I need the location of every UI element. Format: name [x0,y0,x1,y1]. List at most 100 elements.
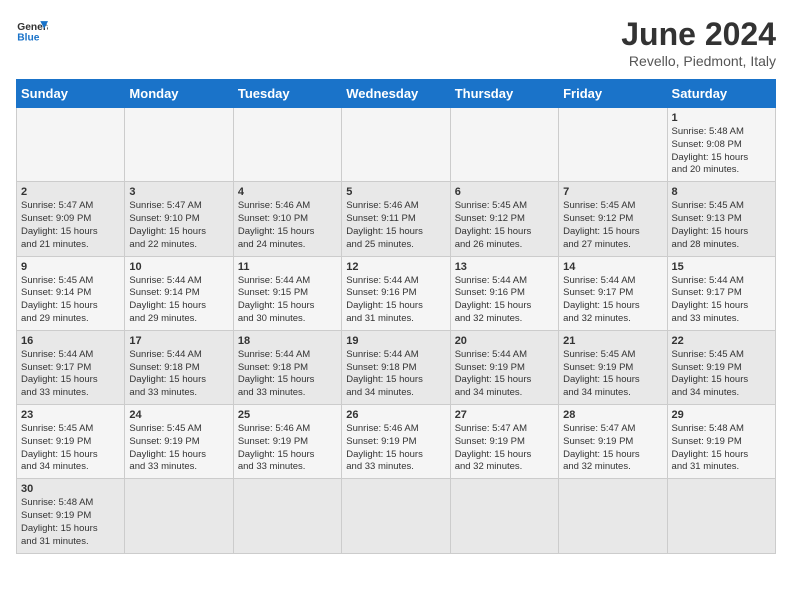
calendar-cell [125,479,233,553]
calendar-cell [342,479,450,553]
day-number: 12 [346,261,445,273]
day-number: 16 [21,335,120,347]
calendar-cell: 20 Sunrise: 5:44 AM Sunset: 9:19 PM Dayli… [450,330,558,404]
calendar-cell [559,108,667,182]
calendar-cell: 16Sunrise: 5:44 AM Sunset: 9:17 PM Dayli… [17,330,125,404]
calendar-cell: 10 Sunrise: 5:44 AM Sunset: 9:14 PM Dayli… [125,256,233,330]
day-number: 26 [346,409,445,421]
day-header-sunday: Sunday [17,80,125,108]
day-info: Sunrise: 5:45 AM Sunset: 9:13 PM Dayligh… [672,200,771,251]
day-number: 24 [129,409,228,421]
calendar-cell: 7Sunrise: 5:45 AM Sunset: 9:12 PM Daylig… [559,182,667,256]
calendar-cell: 25 Sunrise: 5:46 AM Sunset: 9:19 PM Dayli… [233,405,341,479]
day-number: 30 [21,483,120,495]
calendar-cell: 5Sunrise: 5:46 AM Sunset: 9:11 PM Daylig… [342,182,450,256]
day-number: 20 [455,335,554,347]
calendar-week-4: 23 Sunrise: 5:45 AM Sunset: 9:19 PM Dayli… [17,405,776,479]
day-info: Sunrise: 5:44 AM Sunset: 9:17 PM Dayligh… [672,275,771,326]
day-info: Sunrise: 5:47 AM Sunset: 9:19 PM Dayligh… [455,423,554,474]
day-number: 23 [21,409,120,421]
calendar-cell: 21Sunrise: 5:45 AM Sunset: 9:19 PM Dayli… [559,330,667,404]
day-number: 27 [455,409,554,421]
calendar-cell: 11Sunrise: 5:44 AM Sunset: 9:15 PM Dayli… [233,256,341,330]
day-number: 8 [672,186,771,198]
day-info: Sunrise: 5:44 AM Sunset: 9:19 PM Dayligh… [455,349,554,400]
day-number: 6 [455,186,554,198]
calendar-cell: 19Sunrise: 5:44 AM Sunset: 9:18 PM Dayli… [342,330,450,404]
page-header: General Blue June 2024 Revello, Piedmont… [16,16,776,69]
calendar-header: SundayMondayTuesdayWednesdayThursdayFrid… [17,80,776,108]
day-number: 4 [238,186,337,198]
day-info: Sunrise: 5:45 AM Sunset: 9:19 PM Dayligh… [129,423,228,474]
calendar-cell: 9Sunrise: 5:45 AM Sunset: 9:14 PM Daylig… [17,256,125,330]
calendar-title: June 2024 [621,16,776,53]
day-number: 7 [563,186,662,198]
calendar-cell [17,108,125,182]
calendar-cell: 26Sunrise: 5:46 AM Sunset: 9:19 PM Dayli… [342,405,450,479]
calendar-cell: 14Sunrise: 5:44 AM Sunset: 9:17 PM Dayli… [559,256,667,330]
calendar-cell [233,108,341,182]
calendar-week-0: 1Sunrise: 5:48 AM Sunset: 9:08 PM Daylig… [17,108,776,182]
calendar-table: SundayMondayTuesdayWednesdayThursdayFrid… [16,79,776,554]
calendar-cell [450,108,558,182]
calendar-cell: 22Sunrise: 5:45 AM Sunset: 9:19 PM Dayli… [667,330,775,404]
day-number: 10 [129,261,228,273]
calendar-cell: 2 Sunrise: 5:47 AM Sunset: 9:09 PM Daylig… [17,182,125,256]
day-header-thursday: Thursday [450,80,558,108]
day-number: 29 [672,409,771,421]
calendar-cell: 17Sunrise: 5:44 AM Sunset: 9:18 PM Dayli… [125,330,233,404]
day-header-tuesday: Tuesday [233,80,341,108]
day-header-monday: Monday [125,80,233,108]
calendar-cell: 24 Sunrise: 5:45 AM Sunset: 9:19 PM Dayli… [125,405,233,479]
day-number: 21 [563,335,662,347]
svg-text:Blue: Blue [17,32,39,43]
calendar-cell: 13Sunrise: 5:44 AM Sunset: 9:16 PM Dayli… [450,256,558,330]
calendar-cell: 28 Sunrise: 5:47 AM Sunset: 9:19 PM Dayli… [559,405,667,479]
calendar-cell: 8 Sunrise: 5:45 AM Sunset: 9:13 PM Daylig… [667,182,775,256]
calendar-cell: 12 Sunrise: 5:44 AM Sunset: 9:16 PM Dayli… [342,256,450,330]
title-block: June 2024 Revello, Piedmont, Italy [621,16,776,69]
day-info: Sunrise: 5:44 AM Sunset: 9:16 PM Dayligh… [346,275,445,326]
day-number: 3 [129,186,228,198]
day-info: Sunrise: 5:48 AM Sunset: 9:08 PM Dayligh… [672,126,771,177]
day-header-wednesday: Wednesday [342,80,450,108]
logo: General Blue [16,16,48,48]
day-header-saturday: Saturday [667,80,775,108]
calendar-cell: 3 Sunrise: 5:47 AM Sunset: 9:10 PM Daylig… [125,182,233,256]
day-info: Sunrise: 5:48 AM Sunset: 9:19 PM Dayligh… [21,497,120,548]
calendar-cell [125,108,233,182]
calendar-cell: 18Sunrise: 5:44 AM Sunset: 9:18 PM Dayli… [233,330,341,404]
calendar-cell: 1Sunrise: 5:48 AM Sunset: 9:08 PM Daylig… [667,108,775,182]
calendar-week-5: 30 Sunrise: 5:48 AM Sunset: 9:19 PM Dayli… [17,479,776,553]
day-number: 5 [346,186,445,198]
calendar-week-1: 2 Sunrise: 5:47 AM Sunset: 9:09 PM Daylig… [17,182,776,256]
calendar-cell: 15 Sunrise: 5:44 AM Sunset: 9:17 PM Dayli… [667,256,775,330]
day-number: 15 [672,261,771,273]
calendar-cell [559,479,667,553]
logo-icon: General Blue [16,16,48,48]
day-info: Sunrise: 5:45 AM Sunset: 9:12 PM Dayligh… [455,200,554,251]
day-number: 28 [563,409,662,421]
day-info: Sunrise: 5:44 AM Sunset: 9:18 PM Dayligh… [238,349,337,400]
day-info: Sunrise: 5:44 AM Sunset: 9:16 PM Dayligh… [455,275,554,326]
day-info: Sunrise: 5:45 AM Sunset: 9:19 PM Dayligh… [672,349,771,400]
calendar-cell: 6 Sunrise: 5:45 AM Sunset: 9:12 PM Daylig… [450,182,558,256]
day-info: Sunrise: 5:47 AM Sunset: 9:19 PM Dayligh… [563,423,662,474]
day-info: Sunrise: 5:44 AM Sunset: 9:18 PM Dayligh… [346,349,445,400]
day-info: Sunrise: 5:47 AM Sunset: 9:09 PM Dayligh… [21,200,120,251]
day-info: Sunrise: 5:44 AM Sunset: 9:14 PM Dayligh… [129,275,228,326]
calendar-subtitle: Revello, Piedmont, Italy [621,53,776,69]
day-headers-row: SundayMondayTuesdayWednesdayThursdayFrid… [17,80,776,108]
calendar-cell [450,479,558,553]
calendar-cell: 29Sunrise: 5:48 AM Sunset: 9:19 PM Dayli… [667,405,775,479]
day-number: 2 [21,186,120,198]
day-info: Sunrise: 5:47 AM Sunset: 9:10 PM Dayligh… [129,200,228,251]
day-info: Sunrise: 5:46 AM Sunset: 9:10 PM Dayligh… [238,200,337,251]
day-number: 25 [238,409,337,421]
day-info: Sunrise: 5:46 AM Sunset: 9:19 PM Dayligh… [238,423,337,474]
day-info: Sunrise: 5:45 AM Sunset: 9:19 PM Dayligh… [21,423,120,474]
calendar-cell [667,479,775,553]
day-number: 9 [21,261,120,273]
calendar-body: 1Sunrise: 5:48 AM Sunset: 9:08 PM Daylig… [17,108,776,554]
day-info: Sunrise: 5:44 AM Sunset: 9:18 PM Dayligh… [129,349,228,400]
